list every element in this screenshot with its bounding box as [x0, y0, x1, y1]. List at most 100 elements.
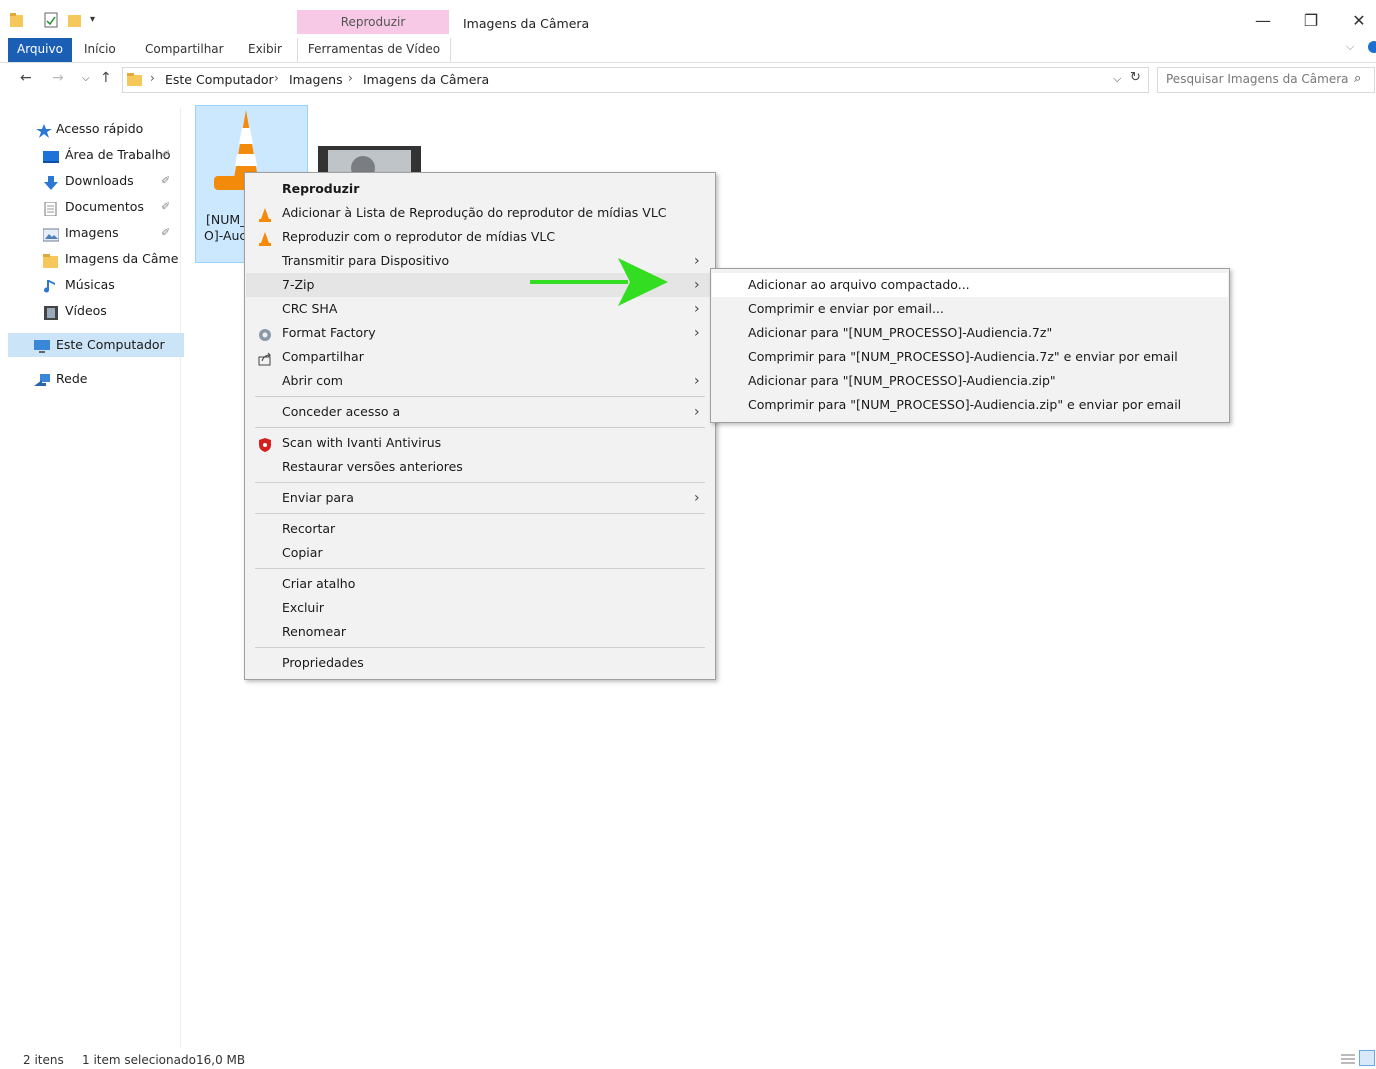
menu-separator — [255, 568, 705, 569]
file-item-video[interactable] — [318, 146, 421, 180]
menu-separator — [255, 396, 705, 397]
sidebar-item-rede[interactable]: Rede — [0, 367, 176, 391]
status-bar: 2 itens 1 item selecionado 16,0 MB — [0, 1048, 1376, 1068]
window-title: Imagens da Câmera — [463, 16, 590, 31]
submenu-item-comprimir-7z-email[interactable]: Comprimir para "[NUM_PROCESSO]-Audiencia… — [712, 345, 1228, 369]
chevron-right-icon: › — [694, 404, 700, 420]
music-icon — [43, 278, 59, 293]
sidebar-item-acesso-rapido[interactable]: Acesso rápido — [0, 117, 176, 141]
menu-item-vlc-play[interactable]: Reproduzir com o reprodutor de mídias VL… — [246, 225, 714, 249]
breadcrumb-separator-icon: › — [150, 71, 155, 85]
sidebar-item-imagens[interactable]: Imagens ✐ — [0, 221, 176, 245]
tab-ferramentas-de-video[interactable]: Ferramentas de Vídeo — [297, 38, 451, 62]
vlc-icon — [258, 206, 272, 222]
menu-item-excluir[interactable]: Excluir — [246, 596, 714, 620]
submenu-item-adicionar-arquivo[interactable]: Adicionar ao arquivo compactado... — [712, 273, 1228, 297]
sidebar-item-downloads[interactable]: Downloads ✐ — [0, 169, 176, 193]
document-icon — [43, 200, 59, 217]
sidebar-item-este-computador[interactable]: Este Computador — [8, 333, 184, 357]
customize-toolbar-icon[interactable]: ▾ — [90, 14, 95, 25]
share-icon — [258, 350, 272, 366]
new-folder-icon[interactable] — [68, 12, 82, 28]
restore-button[interactable]: ❐ — [1288, 6, 1334, 36]
status-selection: 1 item selecionado — [82, 1053, 196, 1067]
submenu-item-comprimir-zip-email[interactable]: Comprimir para "[NUM_PROCESSO]-Audiencia… — [712, 393, 1228, 417]
menu-item-propriedades[interactable]: Propriedades — [246, 651, 714, 675]
menu-separator — [255, 647, 705, 648]
breadcrumb-imagens-da-camera[interactable]: Imagens da Câmera — [363, 72, 489, 87]
large-icons-view-icon[interactable] — [1359, 1050, 1375, 1066]
video-tools-context-header: Reproduzir — [297, 10, 449, 34]
close-button[interactable]: ✕ — [1336, 6, 1376, 36]
submenu-item-adicionar-7z[interactable]: Adicionar para "[NUM_PROCESSO]-Audiencia… — [712, 321, 1228, 345]
pin-icon: ✐ — [161, 200, 171, 213]
sidebar-item-imagens-da-camera[interactable]: Imagens da Câmera — [0, 247, 178, 271]
folder-icon — [127, 72, 143, 90]
chevron-right-icon: › — [694, 325, 700, 341]
ribbon-tabs: Arquivo Início Compartilhar Exibir Ferra… — [0, 38, 1376, 63]
address-bar[interactable]: › Este Computador › Imagens › Imagens da… — [122, 67, 1149, 93]
properties-icon[interactable] — [44, 12, 58, 28]
computer-icon — [34, 338, 50, 353]
submenu-item-adicionar-zip[interactable]: Adicionar para "[NUM_PROCESSO]-Audiencia… — [712, 369, 1228, 393]
chevron-right-icon: › — [694, 373, 700, 389]
status-size: 16,0 MB — [196, 1053, 246, 1067]
minimize-button[interactable]: — — [1240, 6, 1286, 36]
pin-icon: ✐ — [161, 148, 171, 161]
menu-item-enviar-para[interactable]: Enviar para › — [246, 486, 714, 510]
breadcrumb-imagens[interactable]: Imagens — [289, 72, 343, 87]
submenu-item-comprimir-email[interactable]: Comprimir e enviar por email... — [712, 297, 1228, 321]
status-item-count: 2 itens — [23, 1053, 64, 1067]
annotation-arrow-icon — [528, 256, 670, 311]
menu-separator — [255, 482, 705, 483]
breadcrumb-separator-icon: › — [274, 71, 279, 85]
menu-item-abrir-com[interactable]: Abrir com › — [246, 369, 714, 393]
menu-item-renomear[interactable]: Renomear — [246, 620, 714, 644]
navigation-pane: Acesso rápido Área de Trabalho ✐ Downloa… — [0, 108, 184, 1048]
expand-ribbon-icon[interactable]: ⌵ — [1346, 40, 1354, 54]
forward-icon[interactable]: → — [52, 70, 64, 86]
pictures-icon — [42, 226, 60, 242]
menu-item-ivanti-scan[interactable]: Scan with Ivanti Antivirus — [246, 431, 714, 455]
chevron-right-icon: › — [694, 253, 700, 269]
sidebar-item-documentos[interactable]: Documentos ✐ — [0, 195, 176, 219]
search-box[interactable]: Pesquisar Imagens da Câmera ⌕ — [1157, 67, 1375, 93]
help-icon[interactable] — [1368, 41, 1376, 53]
address-dropdown-icon[interactable]: ⌵ — [1113, 72, 1121, 86]
tab-exibir[interactable]: Exibir — [240, 38, 290, 62]
folder-icon — [43, 252, 59, 268]
network-icon — [34, 372, 50, 386]
star-icon — [36, 122, 52, 138]
menu-item-restaurar-versoes[interactable]: Restaurar versões anteriores — [246, 455, 714, 479]
menu-separator — [255, 427, 705, 428]
menu-item-vlc-playlist[interactable]: Adicionar à Lista de Reprodução do repro… — [246, 201, 714, 225]
recent-locations-icon[interactable]: ⌵ — [82, 73, 90, 84]
menu-item-compartilhar[interactable]: Compartilhar — [246, 345, 714, 369]
desktop-icon — [43, 148, 59, 163]
context-menu: Reproduzir Adicionar à Lista de Reproduç… — [244, 172, 716, 680]
chevron-right-icon: › — [694, 490, 700, 506]
download-icon — [43, 174, 59, 190]
menu-item-recortar[interactable]: Recortar — [246, 517, 714, 541]
refresh-icon[interactable]: ↻ — [1130, 70, 1141, 85]
menu-item-reproduzir[interactable]: Reproduzir — [246, 177, 714, 201]
menu-item-conceder-acesso[interactable]: Conceder acesso a › — [246, 400, 714, 424]
tab-arquivo[interactable]: Arquivo — [8, 38, 72, 62]
sidebar-item-musicas[interactable]: Músicas — [0, 273, 176, 297]
details-view-icon[interactable] — [1340, 1052, 1356, 1069]
menu-separator — [255, 513, 705, 514]
sidebar-item-area-de-trabalho[interactable]: Área de Trabalho ✐ — [0, 143, 176, 167]
search-icon[interactable]: ⌕ — [1354, 71, 1361, 86]
menu-item-copiar[interactable]: Copiar — [246, 541, 714, 565]
back-icon[interactable]: ← — [20, 70, 32, 86]
up-icon[interactable]: ↑ — [100, 70, 112, 86]
menu-item-format-factory[interactable]: Format Factory › — [246, 321, 714, 345]
pin-icon: ✐ — [161, 174, 171, 187]
sidebar-item-videos[interactable]: Vídeos — [0, 299, 176, 323]
tab-compartilhar[interactable]: Compartilhar — [137, 38, 232, 62]
tab-inicio[interactable]: Início — [76, 38, 124, 62]
breadcrumb-este-computador[interactable]: Este Computador — [165, 72, 274, 87]
file-name-line2: O]-Auc — [204, 228, 247, 243]
pin-icon: ✐ — [161, 226, 171, 239]
menu-item-criar-atalho[interactable]: Criar atalho — [246, 572, 714, 596]
